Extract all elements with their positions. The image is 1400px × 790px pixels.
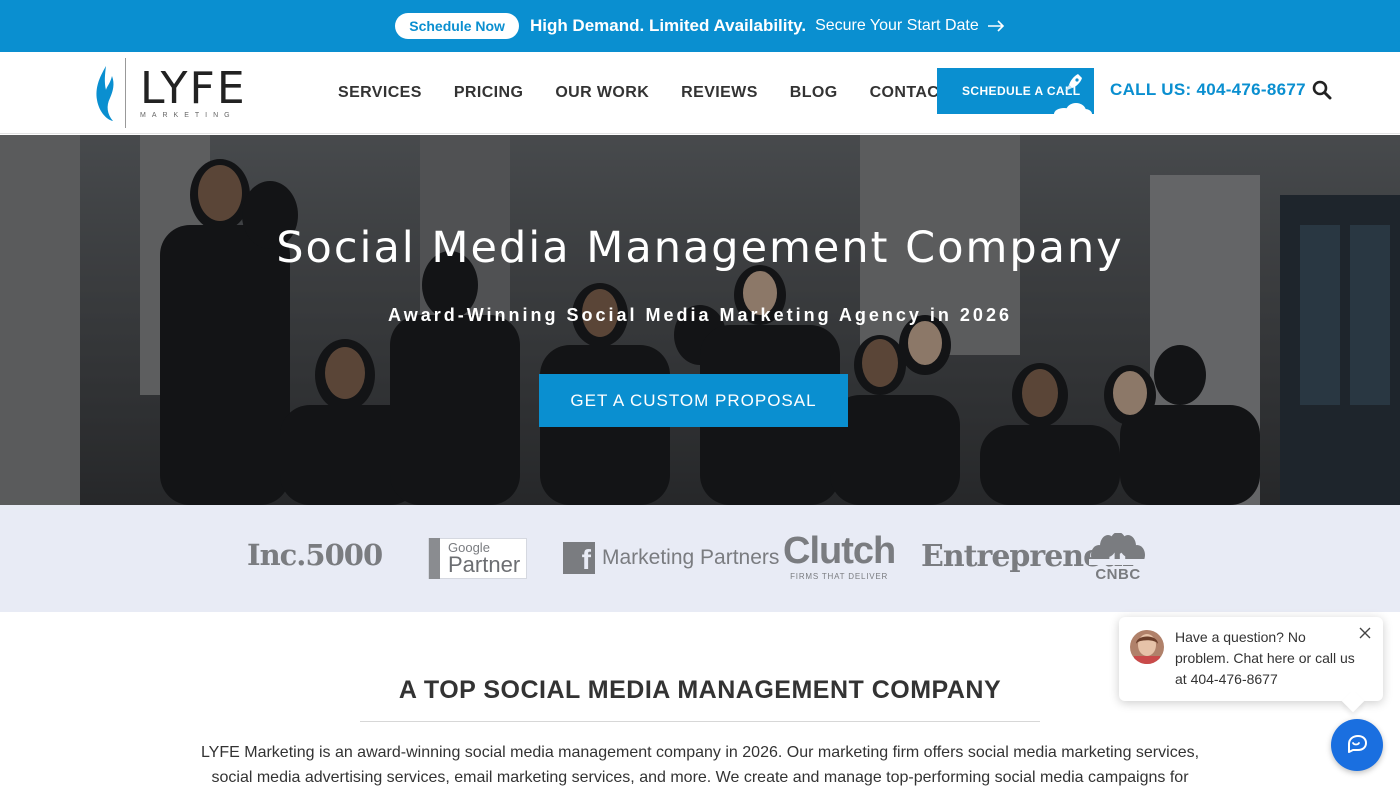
main-nav: SERVICES PRICING OUR WORK REVIEWS BLOG C… [338, 52, 949, 134]
clutch-tagline: FIRMS THAT DELIVER [790, 572, 889, 581]
banner-headline: High Demand. Limited Availability. [529, 16, 807, 35]
inc5000-logo: Inc.5000 [247, 538, 383, 572]
nav-services[interactable]: SERVICES [338, 84, 422, 102]
chat-popup-tail [1341, 689, 1365, 713]
press-logos-strip: Inc.5000 Google Partner f Marketing Part… [0, 505, 1400, 612]
close-icon[interactable] [1359, 627, 1371, 639]
top-banner: Schedule Now High Demand. Limited Availa… [0, 0, 1400, 52]
facebook-partners-logo: f Marketing Partners [563, 542, 779, 574]
site-header: LYFE MARKETING SERVICES PRICING OUR WORK… [0, 52, 1400, 134]
nav-reviews[interactable]: REVIEWS [681, 84, 758, 102]
chat-popup[interactable]: Have a question? No problem. Chat here o… [1119, 617, 1383, 713]
agent-avatar [1130, 630, 1164, 664]
partner-label: Partner [448, 552, 521, 577]
arrow-right-icon [987, 20, 1004, 32]
start-date-link-label: Secure Your Start Date [815, 17, 979, 34]
cloud-icon [1054, 103, 1092, 114]
peacock-icon [1089, 533, 1147, 565]
google-partner-logo: Google Partner [428, 538, 527, 579]
lyfe-logo[interactable]: LYFE MARKETING [93, 58, 248, 128]
hero-subtitle: Award-Winning Social Media Marketing Age… [388, 305, 1012, 325]
schedule-now-button[interactable]: Schedule Now [395, 13, 519, 39]
facebook-icon: f [563, 542, 595, 574]
hero-section: Social Media Management Company Award-Wi… [0, 135, 1400, 505]
clutch-logo: Clutch FIRMS THAT DELIVER [783, 530, 896, 581]
chat-message: Have a question? No problem. Chat here o… [1175, 629, 1355, 687]
nav-pricing[interactable]: PRICING [454, 84, 523, 102]
facebook-partners-label: Marketing Partners [602, 546, 780, 569]
cnbc-wordmark: CNBC [1095, 566, 1141, 583]
nav-blog[interactable]: BLOG [790, 84, 838, 102]
schedule-call-button[interactable]: SCHEDULE A CALL [937, 68, 1094, 114]
logo-wordmark: LYFE [140, 63, 247, 114]
logo-divider [125, 58, 126, 128]
google-partner-badge [429, 538, 440, 579]
chat-launcher-button[interactable] [1331, 719, 1383, 771]
nav-our-work[interactable]: OUR WORK [555, 84, 649, 102]
clutch-wordmark: Clutch [783, 530, 896, 572]
call-us-link[interactable]: CALL US: 404-476-8677 [1110, 80, 1306, 100]
intro-paragraph: LYFE Marketing is an award-winning socia… [200, 744, 1200, 786]
custom-proposal-button[interactable]: GET A CUSTOM PROPOSAL [539, 374, 848, 427]
cnbc-logo: CNBC [1089, 533, 1147, 583]
section-divider [360, 721, 1040, 722]
start-date-link[interactable]: Secure Your Start Date [815, 17, 1005, 35]
search-icon[interactable] [1312, 80, 1332, 100]
flame-icon [96, 66, 114, 121]
chat-icon [1348, 735, 1367, 753]
logo-subtitle: MARKETING [140, 112, 236, 119]
rocket-icon [1065, 74, 1082, 91]
hero-title: Social Media Management Company [276, 223, 1124, 273]
